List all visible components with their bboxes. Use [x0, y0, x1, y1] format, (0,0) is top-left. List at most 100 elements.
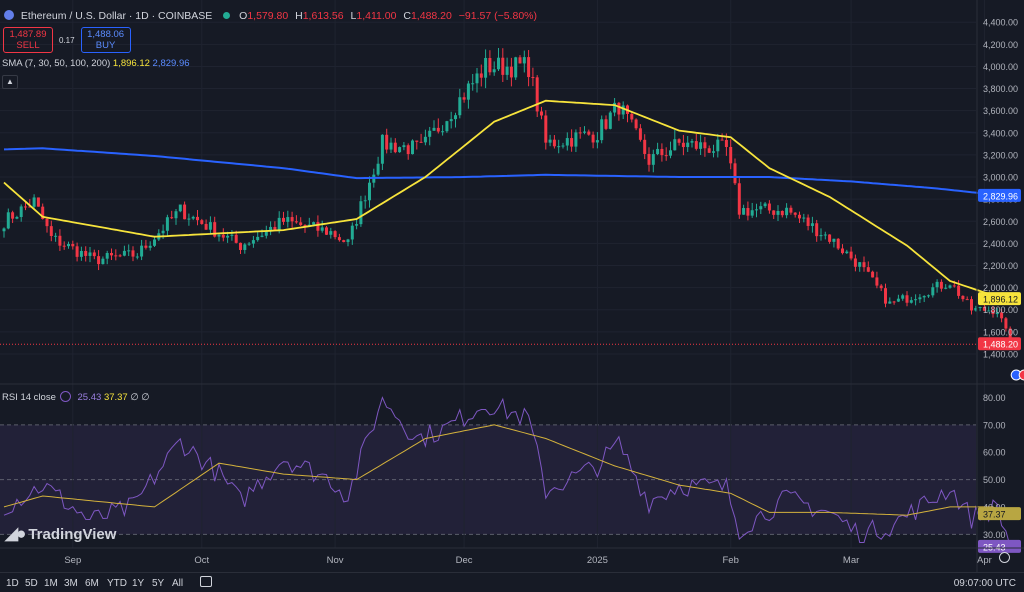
candle-body — [574, 132, 578, 147]
candle-body — [290, 217, 294, 222]
candle-body — [436, 127, 440, 132]
candle-body — [230, 234, 234, 236]
candle-body — [479, 73, 483, 78]
candle-body — [724, 139, 728, 147]
candle-body — [957, 285, 961, 296]
clock-display[interactable]: 09:07:00 UTC — [954, 578, 1016, 589]
rsi-tick-label: 80.00 — [983, 393, 1006, 403]
candle-body — [135, 256, 139, 258]
candle-body — [918, 297, 922, 300]
range-button-ytd[interactable]: YTD — [107, 578, 127, 589]
candle-body — [798, 214, 801, 219]
high-label: H — [295, 10, 303, 22]
rsi-tick-label: 70.00 — [983, 420, 1006, 430]
candle-body — [845, 251, 849, 254]
sell-button[interactable]: 1,487.89 SELL — [3, 27, 53, 53]
price-tick-label: 3,000.00 — [983, 173, 1018, 183]
sma-legend[interactable]: SMA (7, 30, 50, 100, 200) 1,896.12 2,829… — [2, 58, 190, 69]
candle-body — [24, 206, 27, 208]
sell-price: 1,487.89 — [9, 29, 47, 40]
rsi-ma-value: 37.37 — [103, 392, 128, 403]
range-button-1m[interactable]: 1M — [44, 578, 58, 589]
candle-body — [789, 207, 793, 213]
settings-gear-icon[interactable] — [999, 552, 1010, 563]
candle-body — [604, 119, 608, 129]
range-button-3m[interactable]: 3M — [64, 578, 78, 589]
price-tick-label: 2,600.00 — [983, 217, 1018, 227]
candle-body — [84, 250, 88, 256]
candle-body — [273, 226, 277, 230]
candle-body — [432, 127, 436, 131]
rsi-indicator-icon[interactable] — [59, 391, 71, 402]
candle-body — [767, 203, 771, 211]
candle-body — [398, 147, 402, 153]
candle-body — [939, 281, 943, 289]
candle-body — [131, 250, 135, 257]
candle-body — [978, 306, 982, 308]
price-chart[interactable]: 1,400.00 1,600.00 1,800.00 2,000.00 2,200.00… — [0, 0, 1024, 572]
candle-body — [316, 222, 320, 231]
candle-body — [118, 255, 122, 257]
range-button-6m[interactable]: 6M — [85, 578, 99, 589]
range-button-1y[interactable]: 1Y — [132, 578, 144, 589]
price-tick-label: 1,800.00 — [983, 305, 1018, 315]
candle-body — [505, 66, 509, 75]
candle-body — [587, 131, 591, 135]
rsi-label: RSI 14 close — [2, 392, 56, 403]
price-tick-label: 4,400.00 — [983, 18, 1018, 28]
range-button-all[interactable]: All — [172, 578, 183, 589]
candle-body — [54, 235, 58, 237]
range-button-5d[interactable]: 5D — [25, 578, 38, 589]
candle-body — [621, 105, 625, 115]
close-label: C — [403, 10, 411, 22]
candle-body — [716, 139, 720, 152]
rsi-empty-value-1: ∅ — [130, 392, 139, 403]
rsi-legend[interactable]: RSI 14 close 25.43 37.37 ∅ ∅ — [2, 391, 150, 403]
candle-body — [750, 210, 754, 216]
candle-body — [256, 236, 260, 241]
candle-body — [62, 245, 66, 247]
candle-body — [325, 227, 328, 235]
candle-body — [862, 262, 866, 268]
candle-body — [909, 300, 913, 303]
range-button-1d[interactable]: 1D — [6, 578, 19, 589]
candle-body — [785, 207, 789, 216]
candle-body — [6, 212, 10, 229]
sma-value-slow: 2,829.96 — [152, 58, 190, 69]
high-value: 1,613.56 — [302, 10, 344, 22]
buy-button[interactable]: 1,488.06 BUY — [80, 27, 131, 53]
candle-body — [690, 141, 694, 143]
sma-200-line — [3, 147, 1006, 197]
candle-body — [97, 256, 101, 265]
open-value: 1,579.80 — [247, 10, 289, 22]
change-value: −91.57 (−5.80%) — [458, 10, 537, 22]
candle-body — [234, 234, 238, 243]
candle-body — [952, 285, 956, 287]
candle-body — [677, 139, 681, 143]
candle-body — [836, 238, 840, 249]
candle-body — [970, 299, 973, 311]
symbol-title[interactable]: Ethereum / U.S. Dollar · 1D · COINBASE — [21, 10, 212, 22]
candle-body — [36, 197, 40, 207]
collapse-legend-button[interactable]: ▲ — [2, 75, 18, 89]
candle-body — [363, 200, 367, 202]
candle-body — [165, 217, 169, 231]
rsi-empty-value-2: ∅ — [141, 392, 150, 403]
candle-body — [105, 252, 109, 259]
candle-body — [557, 146, 561, 148]
candle-body — [509, 66, 513, 78]
candle-body — [333, 231, 337, 238]
ethereum-icon — [4, 10, 14, 20]
tradingview-logo[interactable]: ◢● TradingView — [5, 524, 116, 544]
range-button-5y[interactable]: 5Y — [152, 578, 164, 589]
candle-body — [428, 130, 432, 137]
sma-label: SMA (7, 30, 50, 100, 200) — [2, 58, 111, 69]
calendar-range-icon[interactable] — [200, 576, 212, 587]
rsi-ma-tag: 37.37 — [983, 510, 1006, 520]
candle-body — [681, 142, 685, 148]
candle-body — [660, 148, 664, 156]
bottom-toolbar: 1D 5D 1M 3M 6M YTD 1Y 5Y All 09:07:00 UT… — [0, 572, 1024, 592]
market-status-icon[interactable] — [223, 12, 231, 19]
candle-body — [522, 57, 526, 64]
price-tick-label: 2,000.00 — [983, 283, 1018, 293]
